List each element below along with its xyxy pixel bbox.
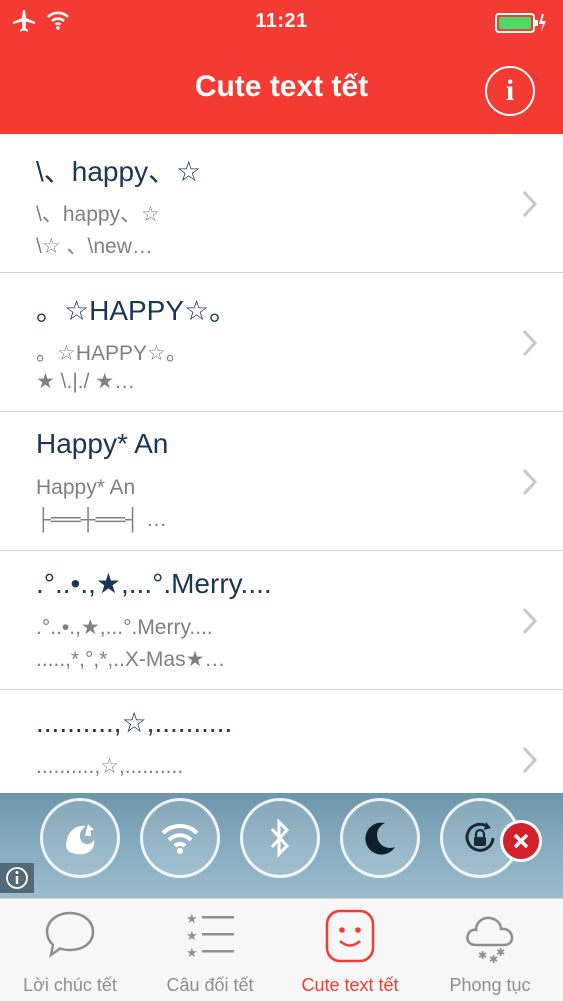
cute-text-list: \、happy、☆ \、happy、☆ \☆ 、\new… 。☆HAPPY☆。 … <box>0 134 563 829</box>
item-preview-line: ★ \.|./ ★… <box>36 370 136 393</box>
uc-browser-icon <box>66 824 95 855</box>
item-preview-line: Happy* An <box>36 476 136 499</box>
list-item[interactable]: \、happy、☆ \、happy、☆ \☆ 、\new… <box>0 134 563 273</box>
close-icon <box>513 833 529 849</box>
info-icon <box>6 867 28 889</box>
chevron-right-icon <box>521 190 538 223</box>
chevron-right-icon <box>521 329 538 362</box>
item-preview-line: \☆ 、\new… <box>36 235 153 258</box>
list-item[interactable]: .°..•.,★,...°.Merry.... .°..•.,★,...°.Me… <box>0 551 563 690</box>
item-title: .°..•.,★,...°.Merry.... <box>36 568 272 599</box>
quick-settings-overlay <box>0 793 563 898</box>
speech-bubble-icon <box>45 911 95 958</box>
item-title: \、happy、☆ <box>36 156 202 187</box>
snow-cloud-icon: ✱ ✱ ✱ <box>466 916 514 965</box>
night-mode-button[interactable] <box>340 798 420 878</box>
item-title: 。☆HAPPY☆。 <box>36 295 238 326</box>
tab-cute-text-tet[interactable]: Cute text tết <box>280 899 420 1001</box>
tab-label: Phong tục <box>449 975 531 995</box>
item-preview-line: ..........,☆,.......... <box>36 755 184 778</box>
close-ad-button[interactable] <box>500 820 542 862</box>
tab-bar: Lời chúc tết ★ ★ ★ Câu đối tết Cute text… <box>0 898 563 1001</box>
tab-cau-doi-tet[interactable]: ★ ★ ★ Câu đối tết <box>140 899 280 1001</box>
svg-text:✱: ✱ <box>478 949 487 962</box>
status-time: 11:21 <box>255 10 308 32</box>
item-preview-line: .....,*,°,*,..X-Mas★… <box>36 648 226 671</box>
bluetooth-icon <box>270 818 290 858</box>
info-button[interactable]: i <box>485 66 535 116</box>
tab-label: Lời chúc tết <box>23 975 117 995</box>
svg-text:✱: ✱ <box>496 946 505 959</box>
item-preview-line: ├══┼══┤ … <box>36 508 167 531</box>
chevron-right-icon <box>521 746 538 779</box>
tab-loi-chuc-tet[interactable]: Lời chúc tết <box>0 899 140 1001</box>
svg-text:★: ★ <box>186 912 198 927</box>
chevron-right-icon <box>521 607 538 640</box>
tab-phong-tuc[interactable]: ✱ ✱ ✱ Phong tục <box>420 899 560 1001</box>
bluetooth-toggle-button[interactable] <box>240 798 320 878</box>
star-list-icon: ★ ★ ★ <box>186 912 234 961</box>
navigation-bar: Cute text tết i <box>0 44 563 134</box>
battery-icon <box>495 12 547 39</box>
svg-text:★: ★ <box>186 929 198 944</box>
tab-label: Cute text tết <box>301 975 399 995</box>
moon-icon <box>365 822 395 855</box>
chevron-right-icon <box>521 468 538 501</box>
ad-info-button[interactable] <box>0 863 34 893</box>
item-preview-line: \、happy、☆ <box>36 203 160 226</box>
page-title: Cute text tết <box>194 70 369 103</box>
svg-text:★: ★ <box>186 946 198 961</box>
item-preview-line: .°..•.,★,...°.Merry.... <box>36 616 213 639</box>
tab-label: Câu đối tết <box>166 975 254 995</box>
item-preview-line: 。☆HAPPY☆。 <box>36 342 187 365</box>
status-bar: 11:21 <box>0 0 563 44</box>
list-item[interactable]: 。☆HAPPY☆。 。☆HAPPY☆。 ★ \.|./ ★… <box>0 273 563 412</box>
wifi-icon <box>161 823 199 854</box>
rotation-lock-icon <box>465 822 495 852</box>
uc-browser-button[interactable] <box>40 798 120 878</box>
item-title: Happy* An <box>36 428 169 459</box>
smiley-face-icon <box>325 909 375 963</box>
item-title: ..........,☆,.......... <box>36 707 233 738</box>
wifi-toggle-button[interactable] <box>140 798 220 878</box>
list-item[interactable]: Happy* An Happy* An ├══┼══┤ … <box>0 412 563 551</box>
